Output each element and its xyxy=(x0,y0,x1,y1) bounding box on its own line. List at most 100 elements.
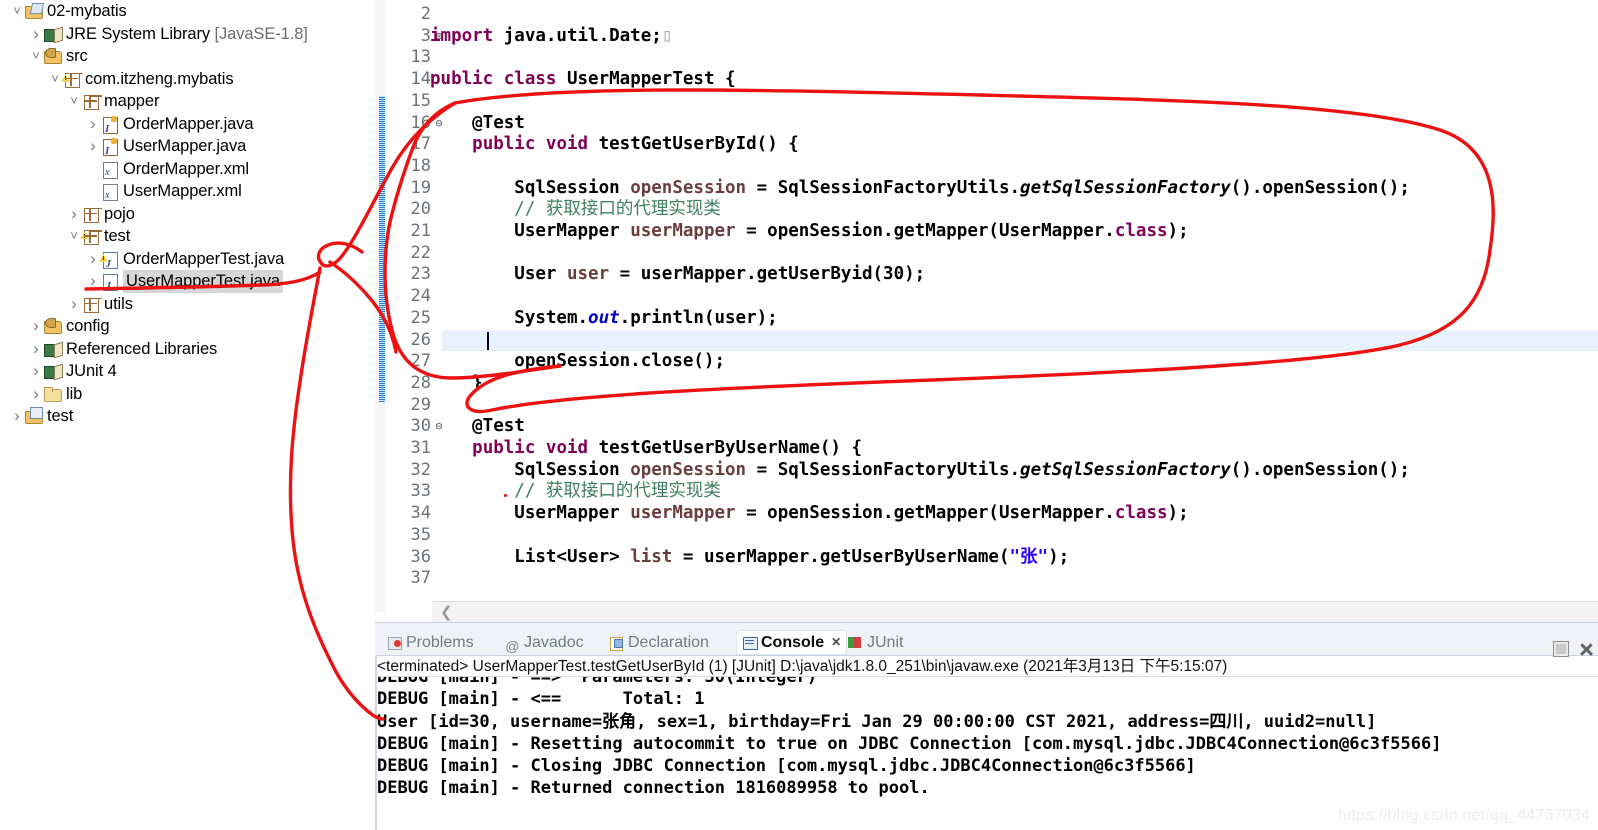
code-line[interactable]: 26 xyxy=(375,330,1598,352)
tree-item-label: UserMapper.java xyxy=(123,137,247,155)
chevron-right-icon[interactable]: › xyxy=(67,293,81,316)
code-line[interactable]: 13 xyxy=(375,47,1598,69)
console-output-line: DEBUG [main] - Returned connection 18160… xyxy=(377,778,930,799)
tree-item-mapper[interactable]: ˅ mapper xyxy=(67,90,159,113)
chevron-down-icon[interactable]: ˅ xyxy=(29,46,43,66)
tree-item-suffix: [JavaSE-1.8] xyxy=(210,24,308,43)
code-line[interactable]: 37 xyxy=(375,568,1598,590)
tab-declaration[interactable]: Declaration xyxy=(603,630,715,655)
code-line[interactable]: 23 User user = userMapper.getUserByid(30… xyxy=(375,264,1598,286)
code-line[interactable]: 16 ⊖ @Test xyxy=(375,113,1598,135)
chevron-down-icon[interactable]: ˅ xyxy=(67,91,81,111)
code-line[interactable]: 14 public class UserMapperTest { xyxy=(375,69,1598,91)
project-closed-icon xyxy=(24,407,44,425)
chevron-right-icon[interactable]: › xyxy=(86,135,100,158)
tree-item-src[interactable]: ˅ src xyxy=(29,45,88,68)
code-line[interactable]: 20 // 获取接口的代理实现类 xyxy=(375,199,1598,221)
code-line[interactable]: 27 openSession.close(); xyxy=(375,351,1598,373)
chevron-right-icon[interactable]: › xyxy=(86,113,100,136)
code-line[interactable]: 31 public void testGetUserByUserName() { xyxy=(375,438,1598,460)
code-line[interactable]: 18 xyxy=(375,156,1598,178)
code-line[interactable]: 35 xyxy=(375,525,1598,547)
chevron-right-icon[interactable]: › xyxy=(67,203,81,226)
code-text: @Test xyxy=(430,112,525,133)
tree-item-test[interactable]: › test xyxy=(10,405,73,428)
tab-console[interactable]: Console ✕ xyxy=(736,630,848,655)
code-line[interactable]: 17 public void testGetUserById() { xyxy=(375,134,1598,156)
tree-item-lib[interactable]: › lib xyxy=(29,383,82,406)
console-panel[interactable]: Problems @ Javadoc Declaration Console ✕ JUnit… xyxy=(375,622,1598,830)
tree-item-label: UserMapper.xml xyxy=(123,182,242,200)
code-line[interactable]: 2 xyxy=(375,4,1598,26)
tree-item-label: src xyxy=(66,47,88,65)
tree-item-usermappertest-java[interactable]: › J UserMapperTest.java xyxy=(86,270,283,293)
tree-item-com-itzheng-mybatis[interactable]: ˅ com.itzheng.mybatis xyxy=(48,68,234,91)
code-line[interactable]: 36 List<User> list = userMapper.getUserB… xyxy=(375,547,1598,569)
chevron-right-icon[interactable]: › xyxy=(29,338,43,361)
code-line[interactable]: 30 ⊖ @Test xyxy=(375,416,1598,438)
tree-item-ordermapper-xml[interactable]: x OrderMapper.xml xyxy=(86,158,249,181)
tree-item-02-mybatis[interactable]: ˅ 02-mybatis xyxy=(10,0,127,23)
tab-close-icon[interactable]: ✕ xyxy=(831,630,841,655)
java-test-warning-icon: J xyxy=(99,250,120,270)
tree-item-pojo[interactable]: › pojo xyxy=(67,203,135,226)
tree-item-label: config xyxy=(66,317,110,335)
tree-item-jre-system-library[interactable]: › JRE System Library [JavaSE-1.8] xyxy=(29,23,308,46)
code-line[interactable]: 3 ⊕ import java.util.Date;▯ xyxy=(375,26,1598,48)
console-tab-bar[interactable]: Problems @ Javadoc Declaration Console ✕ JUnit xyxy=(375,629,1598,657)
code-line[interactable]: 19 SqlSession openSession = SqlSessionFa… xyxy=(375,178,1598,200)
chevron-right-icon[interactable]: › xyxy=(86,270,100,293)
java-interface-icon: I xyxy=(100,137,120,157)
xml-file-icon: x xyxy=(100,182,120,202)
code-line[interactable]: 25 System.out.println(user); xyxy=(375,308,1598,330)
line-number: 29 xyxy=(410,394,431,415)
package-explorer[interactable]: ˅ 02-mybatis › JRE System Library [JavaSE-1… xyxy=(0,0,375,830)
chevron-right-icon[interactable]: › xyxy=(29,23,43,46)
code-line[interactable]: 24 xyxy=(375,286,1598,308)
code-line[interactable]: 34 UserMapper userMapper = openSession.g… xyxy=(375,503,1598,525)
scroll-left-arrow-icon[interactable]: ❮ xyxy=(440,603,453,621)
chevron-right-icon[interactable]: › xyxy=(10,405,24,428)
line-number: 31 xyxy=(410,438,431,458)
code-line[interactable]: 29 xyxy=(375,395,1598,417)
close-icon[interactable] xyxy=(1579,642,1594,657)
editor-horizontal-scrollbar[interactable]: ❮ xyxy=(432,601,1598,622)
line-number: 33 xyxy=(410,481,431,502)
code-line[interactable]: 28 } xyxy=(375,373,1598,395)
tab-problems[interactable]: Problems xyxy=(381,630,480,655)
chevron-right-icon[interactable]: › xyxy=(29,383,43,406)
tree-item-ordermappertest-java[interactable]: › J OrderMapperTest.java xyxy=(86,248,284,271)
code-line[interactable]: 22 xyxy=(375,243,1598,265)
tree-item-referenced-libraries[interactable]: › Referenced Libraries xyxy=(29,338,217,361)
java-code-editor[interactable]: 2 3 ⊕ import java.util.Date;▯ 13 14 public cla… xyxy=(375,0,1598,622)
minimize-icon[interactable] xyxy=(1553,641,1569,657)
code-line[interactable]: 21 UserMapper userMapper = openSession.g… xyxy=(375,221,1598,243)
console-output-line: User [id=30, username=张角, sex=1, birthda… xyxy=(377,711,1377,732)
tree-item-label: OrderMapper.java xyxy=(123,114,254,133)
tree-item-test[interactable]: ˅ test xyxy=(67,225,130,248)
code-line[interactable]: 15 xyxy=(375,91,1598,113)
tab-junit[interactable]: JUnit xyxy=(842,630,909,655)
chevron-down-icon[interactable]: ˅ xyxy=(48,69,62,89)
code-line[interactable]: 33 // 获取接口的代理实现类 xyxy=(375,481,1598,503)
chevron-down-icon[interactable]: ˅ xyxy=(67,226,81,246)
chevron-right-icon[interactable]: › xyxy=(29,315,43,338)
chevron-right-icon[interactable]: › xyxy=(29,360,43,383)
tree-item-label: UserMapperTest.java xyxy=(123,270,283,293)
tree-item-usermapper-xml[interactable]: x UserMapper.xml xyxy=(86,180,242,203)
java-test-icon: J xyxy=(100,272,120,292)
tree-item-usermapper-java[interactable]: › I UserMapper.java xyxy=(86,135,246,158)
tab-javadoc[interactable]: @ Javadoc xyxy=(499,630,590,655)
code-text: public void testGetUserByUserName() { xyxy=(472,438,863,458)
tree-item-config[interactable]: › config xyxy=(29,315,109,338)
tree-item-junit-4[interactable]: › JUnit 4 xyxy=(29,360,117,383)
chevron-down-icon[interactable]: ˅ xyxy=(10,1,24,21)
line-number: 19 xyxy=(410,177,431,198)
chevron-right-icon[interactable]: › xyxy=(86,248,100,271)
code-text: // 获取接口的代理实现类 xyxy=(514,481,721,502)
code-line[interactable]: 32 SqlSession openSession = SqlSessionFa… xyxy=(375,460,1598,482)
tree-item-utils[interactable]: › utils xyxy=(67,293,133,316)
tree-item-ordermapper-java[interactable]: › I OrderMapper.java xyxy=(86,113,253,136)
source-folder-icon xyxy=(43,317,63,335)
